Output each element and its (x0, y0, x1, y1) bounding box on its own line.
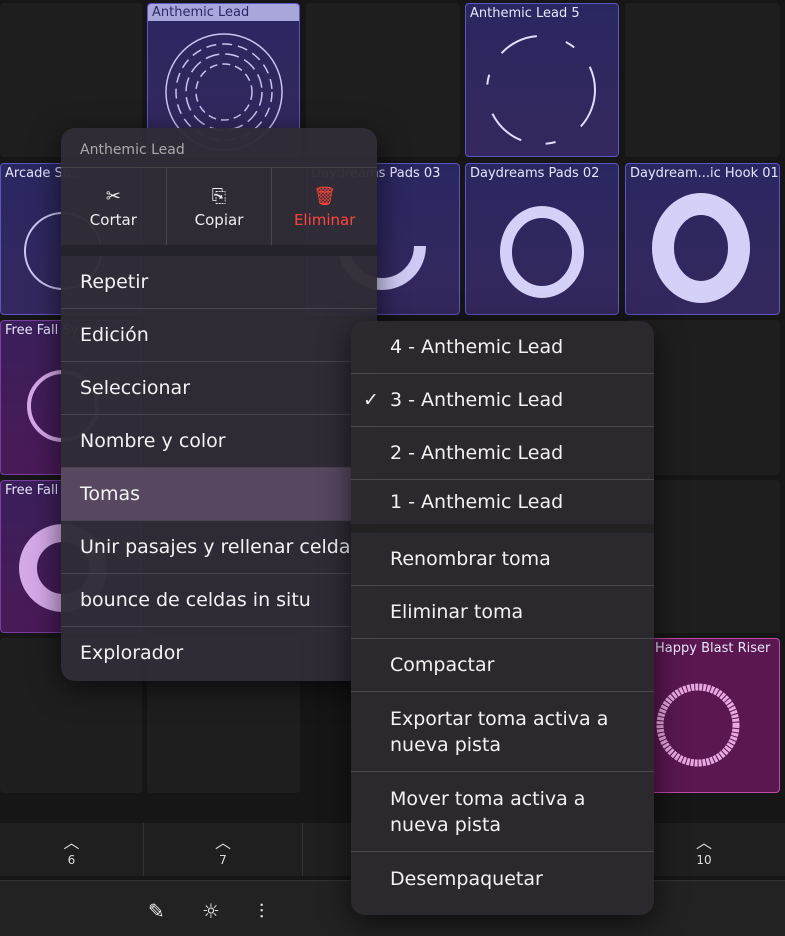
track-number: 6 (67, 853, 76, 867)
item-label: Exportar toma activa a nueva pista (390, 707, 609, 756)
cut-button[interactable]: ✂ Cortar (61, 168, 167, 245)
waveform-icon (652, 193, 750, 303)
item-label: Mover toma activa a nueva pista (390, 787, 586, 836)
cell-daydreams-pads-02[interactable]: Daydreams Pads 02 (465, 163, 619, 315)
menu-item-tomas[interactable]: Tomas (61, 468, 377, 521)
take-label: 4 - Anthemic Lead (390, 336, 564, 358)
delete-button[interactable]: 🗑 Eliminar (272, 168, 377, 245)
menu-item-explorador[interactable]: Explorador (61, 627, 377, 680)
item-label: Renombrar toma (390, 548, 551, 570)
item-label: Eliminar toma (390, 601, 524, 623)
waveform-icon (486, 35, 596, 145)
menu-item-nombre-color[interactable]: Nombre y color (61, 415, 377, 468)
mixer-icon[interactable]: ⫶ (259, 899, 264, 923)
take-label: 2 - Anthemic Lead (390, 442, 564, 464)
take-item-2[interactable]: 2 - Anthemic Lead (351, 427, 654, 480)
menu-title: Anthemic Lead (61, 128, 377, 168)
copy-label: Copiar (194, 211, 244, 229)
track-7[interactable]: ︿ 7 (144, 823, 303, 876)
takes-submenu: 4 - Anthemic Lead ✓ 3 - Anthemic Lead 2 -… (351, 321, 654, 915)
take-label: 3 - Anthemic Lead (390, 389, 564, 411)
take-item-3[interactable]: ✓ 3 - Anthemic Lead (351, 374, 654, 427)
track-number: 10 (696, 853, 712, 867)
submenu-item-desempaquetar[interactable]: Desempaquetar (351, 852, 654, 905)
take-item-1[interactable]: 1 - Anthemic Lead (351, 480, 654, 533)
delete-label: Eliminar (293, 211, 356, 229)
submenu-item-exportar[interactable]: Exportar toma activa a nueva pista (351, 692, 654, 772)
waveform-icon (656, 683, 740, 767)
menu-item-bounce[interactable]: bounce de celdas in situ (61, 574, 377, 627)
menu-item-edicion[interactable]: Edición (61, 309, 377, 362)
menu-item-seleccionar[interactable]: Seleccionar (61, 362, 377, 415)
take-label: 1 - Anthemic Lead (390, 491, 564, 513)
copy-icon: ⎘ (211, 186, 227, 207)
metronome-icon[interactable]: ☼ (202, 899, 220, 923)
submenu-item-renombrar[interactable]: Renombrar toma (351, 533, 654, 586)
menu-item-repetir[interactable]: Repetir (61, 256, 377, 309)
item-label: Desempaquetar (390, 867, 543, 890)
chevron-up-icon: ︿ (63, 833, 80, 852)
submenu-item-eliminar-toma[interactable]: Eliminar toma (351, 586, 654, 639)
context-menu: Anthemic Lead ✂ Cortar ⎘ Copiar 🗑 Eliminar … (61, 128, 377, 681)
cell-happy-blast-riser[interactable]: Happy Blast Riser (650, 638, 780, 793)
copy-button[interactable]: ⎘ Copiar (167, 168, 273, 245)
checkmark-icon: ✓ (363, 389, 379, 411)
waveform-icon (500, 206, 584, 298)
pencil-icon[interactable]: ✎ (148, 899, 165, 923)
cell-anthemic-lead-5[interactable]: Anthemic Lead 5 (465, 3, 619, 157)
scissors-icon: ✂ (105, 186, 121, 207)
submenu-item-compactar[interactable]: Compactar (351, 639, 654, 692)
track-6[interactable]: ︿ 6 (0, 823, 144, 876)
cell-daydream-hook[interactable]: Daydream...ic Hook 01 (625, 163, 780, 315)
cut-label: Cortar (89, 211, 137, 229)
menu-item-unir[interactable]: Unir pasajes y rellenar celda (61, 521, 377, 574)
item-label: Compactar (390, 654, 495, 676)
track-number: 7 (219, 853, 227, 867)
take-item-4[interactable]: 4 - Anthemic Lead (351, 321, 654, 374)
submenu-item-mover[interactable]: Mover toma activa a nueva pista (351, 772, 654, 852)
trash-icon: 🗑 (313, 186, 337, 207)
empty-cell[interactable] (625, 3, 780, 157)
chevron-up-icon: ︿ (214, 833, 231, 852)
